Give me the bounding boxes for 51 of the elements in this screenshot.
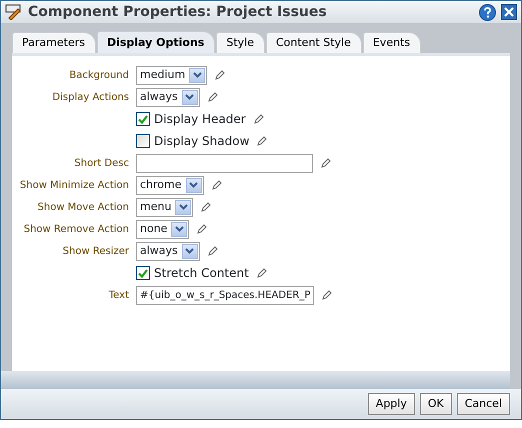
chevron-down-icon [174,226,184,232]
dropdown[interactable]: chrome [136,176,204,194]
checkbox[interactable] [136,266,150,280]
field-label: Show Remove Action [24,224,129,234]
text-field[interactable]: #{uib_o_w_s_r_Spaces.HEADER_P [136,286,314,304]
checkbox-label: Display Shadow [154,133,250,150]
chevron-down-icon [178,204,188,210]
tab[interactable]: Events [362,32,422,53]
pencil-icon[interactable] [321,158,331,168]
window-title: Component Properties: Project Issues [28,2,327,22]
chevron-down-icon [192,72,202,78]
tab[interactable]: Parameters [12,32,96,53]
field-label: Show Minimize Action [20,180,129,190]
pencil-icon[interactable] [254,114,264,124]
chevron-down-icon [189,182,198,188]
pencil-icon[interactable] [257,136,268,146]
dropdown[interactable]: always [136,88,200,106]
pencil-icon[interactable] [197,224,208,234]
field-label: Background [69,70,129,80]
pencil-icon[interactable] [215,70,226,80]
chevron-down-icon [185,248,194,254]
dropdown[interactable]: medium [136,66,208,84]
field-label: Text [108,290,129,300]
checkbox-label: Display Header [154,111,246,128]
dropdown[interactable]: none [136,220,190,238]
pencil-icon[interactable] [208,92,218,102]
pencil-icon[interactable] [256,268,267,278]
field-label: Show Resizer [62,246,129,256]
checkbox[interactable] [136,134,150,148]
pencil-icon[interactable] [201,202,212,212]
dialog-button[interactable]: Apply [368,392,415,415]
chevron-down-icon [185,94,194,100]
dropdown[interactable]: menu [136,198,194,216]
tab[interactable]: Style [216,32,265,53]
tab[interactable]: Content Style [266,32,362,53]
field-label: Display Actions [52,92,129,102]
pencil-icon[interactable] [322,290,332,300]
field-label: Short Desc [74,158,129,168]
dialog-button[interactable]: Cancel [456,392,510,415]
field-label: Show Move Action [38,202,129,212]
text-field[interactable] [136,154,313,172]
app-icon [5,4,23,20]
close-icon[interactable] [501,4,517,20]
pencil-icon[interactable] [212,180,222,190]
pencil-icon[interactable] [208,246,218,256]
dropdown[interactable]: always [136,242,200,260]
help-icon[interactable] [479,4,496,20]
checkbox[interactable] [136,112,150,126]
checkbox-label: Stretch Content [154,265,249,282]
tab[interactable]: Display Options [96,31,216,53]
dialog-button[interactable]: OK [420,392,452,415]
